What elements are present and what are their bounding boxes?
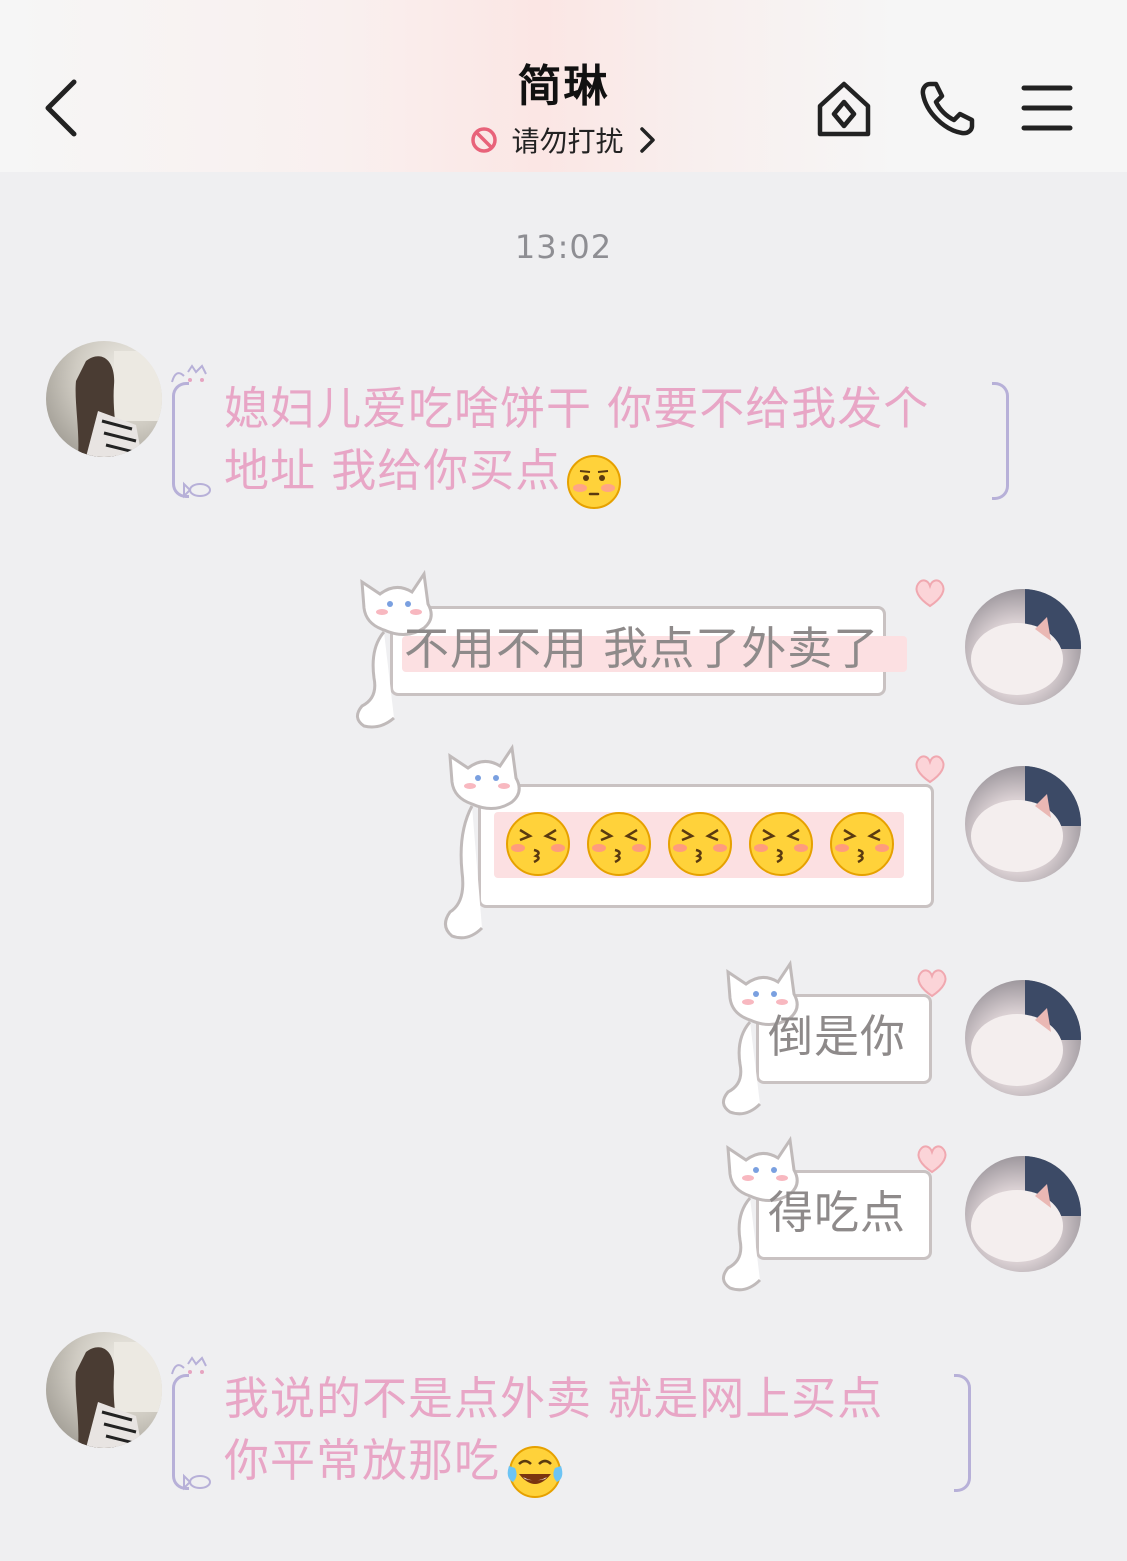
menu-icon: [1021, 85, 1073, 131]
kissing-face-emoji: [506, 812, 570, 876]
message-text-line2: 地址 我给你买点: [224, 444, 562, 497]
chevron-right-icon: [639, 127, 655, 153]
message-bubble[interactable]: 不用不用 我点了外卖了: [350, 568, 950, 733]
message-text-line1: 媳妇儿爱吃啥饼干 你要不给我发个: [224, 382, 930, 435]
message-text-line2: 你平常放那吃: [224, 1434, 501, 1487]
message-bubble[interactable]: 媳妇儿爱吃啥饼干 你要不给我发个 地址 我给你买点: [166, 360, 1016, 510]
message-bubble[interactable]: 得吃点: [716, 1134, 950, 1294]
call-button[interactable]: [916, 76, 980, 140]
heart-icon: [917, 969, 947, 998]
heart-icon: [915, 755, 945, 784]
self-avatar[interactable]: [965, 766, 1081, 882]
heart-icon: [917, 1145, 947, 1174]
tears-of-joy-face-emoji: [507, 1445, 563, 1498]
do-not-disturb-icon: [471, 127, 498, 153]
message-bubble[interactable]: 倒是你: [716, 958, 950, 1118]
status-text: 请勿打扰: [511, 125, 624, 158]
self-avatar[interactable]: [965, 980, 1081, 1096]
bubble-bracket-right: [954, 1374, 971, 1492]
message-text: 不用不用 我点了外卖了: [404, 622, 880, 675]
home-diamond-icon: [817, 81, 871, 137]
message-text: 倒是你: [768, 1010, 907, 1063]
cat-photo-image: [971, 589, 1081, 695]
message-timestamp: 13:02: [514, 228, 613, 266]
peer-avatar[interactable]: [46, 341, 162, 457]
chat-header: 简琳 请勿打扰: [0, 0, 1127, 172]
kissing-face-emoji: [587, 812, 651, 876]
kissing-face-emoji: [668, 812, 732, 876]
self-avatar[interactable]: [965, 1156, 1081, 1272]
flushed-face-emoji: [567, 454, 622, 509]
bubble-bracket-right: [992, 382, 1009, 500]
home-button[interactable]: [812, 76, 876, 140]
cat-photo-image: [971, 1156, 1081, 1262]
portrait-image: [75, 1342, 162, 1448]
cat-photo-image: [971, 980, 1081, 1086]
menu-button[interactable]: [1016, 76, 1080, 140]
cat-photo-image: [971, 766, 1081, 872]
message-text-line1: 我说的不是点外卖 就是网上买点: [224, 1372, 884, 1425]
kissing-face-emoji: [830, 812, 894, 876]
self-avatar[interactable]: [965, 589, 1081, 705]
message-bubble[interactable]: 我说的不是点外卖 就是网上买点 你平常放那吃: [166, 1352, 976, 1502]
portrait-image: [75, 351, 162, 457]
message-bubble[interactable]: [438, 742, 950, 942]
emoji-row: [504, 810, 896, 878]
phone-icon: [920, 81, 975, 136]
heart-icon: [915, 579, 945, 608]
kissing-face-emoji: [749, 812, 813, 876]
peer-avatar[interactable]: [46, 1332, 162, 1448]
fish-doodle-icon: [183, 1473, 211, 1491]
fish-doodle-icon: [183, 481, 211, 499]
message-text: 得吃点: [768, 1186, 907, 1239]
